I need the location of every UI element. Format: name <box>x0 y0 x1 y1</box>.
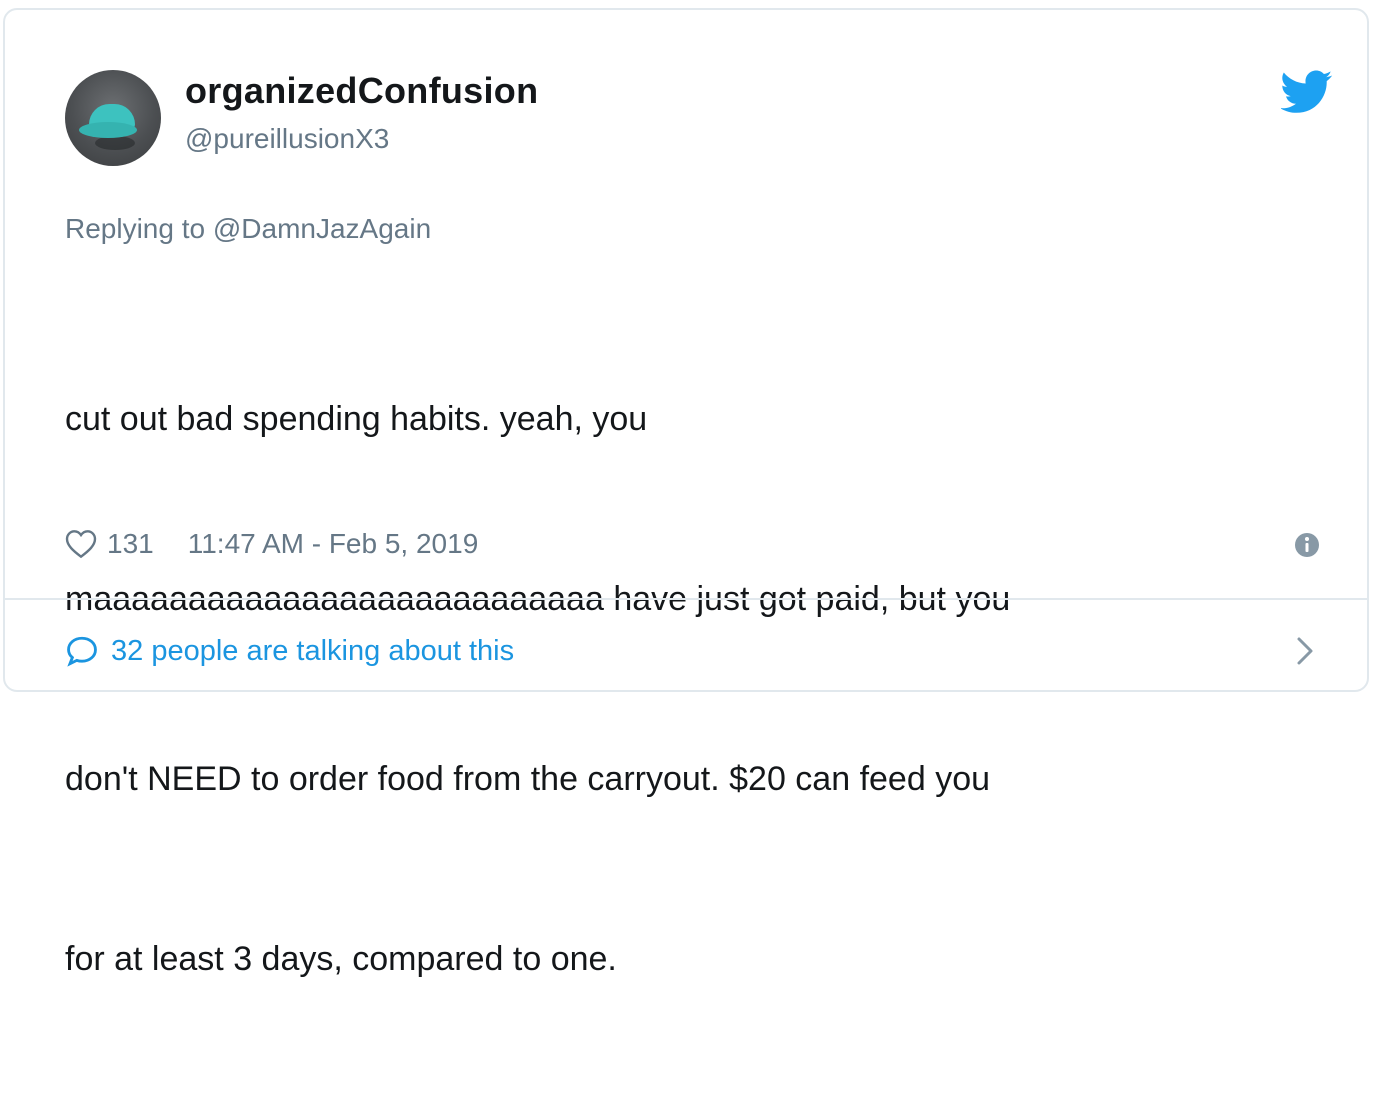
heart-icon[interactable] <box>65 529 97 559</box>
divider <box>5 598 1367 600</box>
tweet-text: cut out bad spending habits. yeah, you m… <box>65 269 1335 1109</box>
chevron-right-icon[interactable] <box>1296 636 1314 666</box>
conversation-label[interactable]: 32 people are talking about this <box>111 635 514 668</box>
avatar-cap-brim <box>79 122 137 138</box>
tweet-meta: 131 11:47 AM - Feb 5, 2019 <box>65 522 478 566</box>
author-display-name[interactable]: organizedConfusion <box>185 70 538 112</box>
timestamp[interactable]: 11:47 AM - Feb 5, 2019 <box>188 528 479 560</box>
info-icon[interactable] <box>1294 532 1320 558</box>
tweet-card[interactable]: organizedConfusion @pureillusionX3 Reply… <box>3 8 1369 978</box>
reply-mention-link[interactable]: @DamnJazAgain <box>213 213 431 244</box>
tweet-text-line: for at least 3 days, compared to one. <box>65 940 617 978</box>
author-handle[interactable]: @pureillusionX3 <box>185 123 389 155</box>
avatar-cap-shadow <box>95 136 135 150</box>
conversation-link[interactable]: 32 people are talking about this <box>65 628 514 674</box>
like-count[interactable]: 131 <box>107 528 154 560</box>
tweet-text-line: cut out bad spending habits. yeah, you <box>65 400 648 438</box>
twitter-bird-icon[interactable] <box>1281 70 1333 114</box>
tweet-text-line: don't NEED to order food from the carryo… <box>65 760 991 798</box>
avatar[interactable] <box>65 70 161 166</box>
reply-context: Replying to @DamnJazAgain <box>65 213 431 245</box>
comment-bubble-icon <box>67 636 97 667</box>
reply-prefix: Replying to <box>65 213 206 244</box>
